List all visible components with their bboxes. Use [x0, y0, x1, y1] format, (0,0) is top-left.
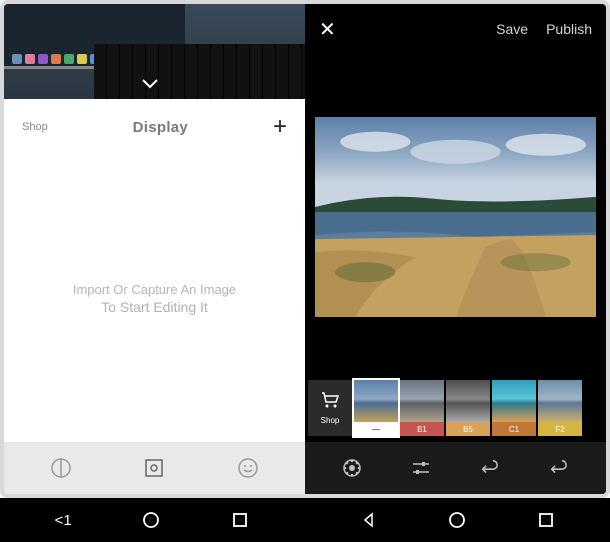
nav-recent-left[interactable] [230, 510, 250, 530]
image-preview[interactable] [305, 54, 606, 380]
editor-toolbar [305, 442, 606, 494]
filter-thumb [400, 380, 444, 422]
cart-icon [321, 392, 339, 413]
nav-home-left[interactable] [141, 510, 161, 530]
close-icon[interactable]: ✕ [319, 17, 336, 42]
nav-back-left[interactable]: <1 [55, 512, 72, 529]
nav-recent-right[interactable] [536, 510, 556, 530]
editor-header: ✕ Save Publish [305, 4, 606, 54]
camera-icon[interactable] [143, 457, 165, 479]
face-icon[interactable] [237, 457, 259, 479]
display-title[interactable]: Display [133, 119, 188, 136]
right-panel: ✕ Save Publish [305, 4, 606, 494]
filter-label: B5 [446, 422, 490, 436]
shop-link[interactable]: Shop [22, 121, 48, 133]
filter-thumb [538, 380, 582, 422]
import-hint-2: To Start Editing It [101, 299, 208, 315]
filter-thumb [492, 380, 536, 422]
album-header: Shop Display + [4, 99, 305, 155]
filter-thumb [354, 380, 398, 422]
filter-shop-tile[interactable]: Shop [308, 380, 352, 436]
left-panel: Shop Display + Import Or Capture An Imag… [4, 4, 305, 494]
left-toolbar [4, 442, 305, 494]
filter-strip: Shop —B1B5C1F2 [305, 380, 606, 442]
save-button[interactable]: Save [496, 21, 528, 37]
filter-tile-C1[interactable]: C1 [492, 380, 536, 436]
filter-tile-B1[interactable]: B1 [400, 380, 444, 436]
sliders-icon[interactable] [410, 457, 432, 479]
filter-label: — [354, 422, 398, 436]
filter-tile-B5[interactable]: B5 [446, 380, 490, 436]
filter-tile-F2[interactable]: F2 [538, 380, 582, 436]
filter-label: C1 [492, 422, 536, 436]
publish-button[interactable]: Publish [546, 21, 592, 37]
android-nav-bar: <1 [0, 498, 610, 542]
filter-label: B1 [400, 422, 444, 436]
redo-icon[interactable] [548, 457, 570, 479]
add-button[interactable]: + [273, 113, 287, 141]
filter-label: F2 [538, 422, 582, 436]
presets-wheel-icon[interactable] [341, 457, 363, 479]
presets-icon[interactable] [50, 457, 72, 479]
import-hint-1: Import Or Capture An Image [73, 282, 236, 297]
import-placeholder[interactable]: Import Or Capture An Image To Start Edit… [4, 155, 305, 442]
undo-icon[interactable] [479, 457, 501, 479]
background-preview [4, 4, 305, 99]
nav-home-right[interactable] [447, 510, 467, 530]
filter-tile-—[interactable]: — [354, 380, 398, 436]
filter-shop-label: Shop [321, 416, 340, 425]
filter-thumb [446, 380, 490, 422]
nav-back-right[interactable] [359, 510, 379, 530]
chevron-down-icon[interactable] [142, 76, 158, 94]
